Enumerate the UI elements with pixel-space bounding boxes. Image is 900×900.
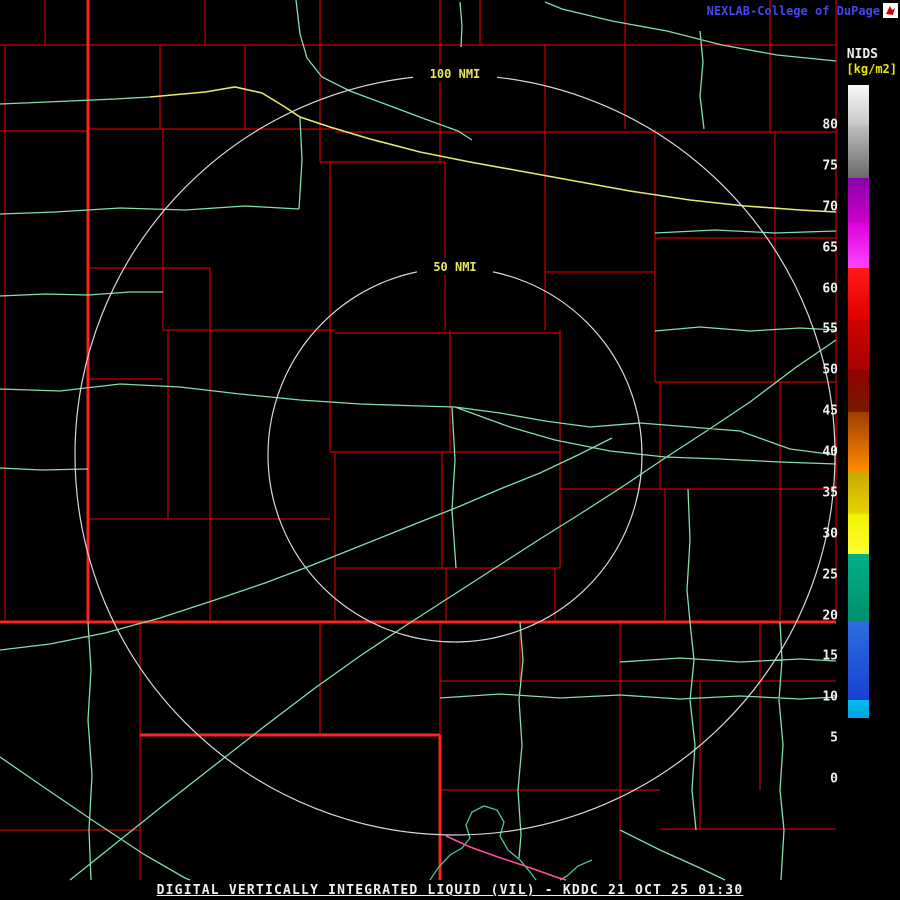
colorbar <box>848 85 869 800</box>
caption-bar: DIGITAL VERTICALLY INTEGRATED LIQUID (VI… <box>0 881 900 900</box>
colorbar-segment <box>848 320 869 370</box>
colorbar-title: NIDS <box>846 47 878 62</box>
highway-yellow-line <box>149 86 837 213</box>
radar-display: 100 NMI 50 NMI NEXLAB-College of DuPage … <box>0 0 900 900</box>
county-lines <box>0 0 837 880</box>
range-ring-label-50nmi: 50 NMI <box>433 260 476 274</box>
colorbar-segment <box>848 125 869 178</box>
range-ring-label-100nmi: 100 NMI <box>430 67 481 81</box>
colorbar-segment <box>848 472 869 514</box>
colorbar-segment <box>848 700 869 718</box>
colorbar-segment <box>848 268 869 320</box>
attribution-text: NEXLAB-College of DuPage <box>706 4 880 18</box>
railroad-magenta-line <box>445 835 567 881</box>
colorbar-segment <box>848 178 869 223</box>
colorbar-segment <box>848 370 869 412</box>
colorbar-segment <box>848 554 869 622</box>
colorbar-segment <box>848 412 869 472</box>
colorbar-segment <box>848 514 869 554</box>
radar-map: 100 NMI 50 NMI <box>0 0 837 881</box>
colorbar-segment <box>848 718 869 800</box>
attribution-logo-icon <box>883 3 898 18</box>
colorbar-segment <box>848 85 869 125</box>
colorbar-segment <box>848 622 869 700</box>
product-caption: DIGITAL VERTICALLY INTEGRATED LIQUID (VI… <box>156 883 744 898</box>
colorbar-segment <box>848 223 869 268</box>
colorbar-units: [kg/m2] <box>846 62 897 76</box>
river-lines <box>429 805 593 881</box>
